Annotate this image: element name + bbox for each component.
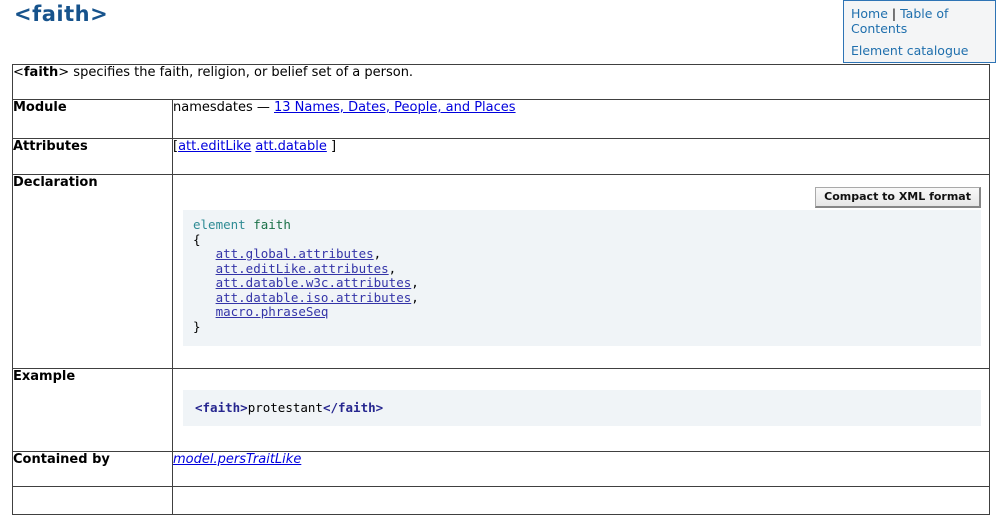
comma: , (374, 246, 382, 261)
module-label: Module (13, 100, 173, 139)
code-line: att.editLike.attributes, (193, 262, 971, 277)
indent (193, 290, 216, 305)
att-datable-w3c-attributes-link[interactable]: att.datable.w3c.attributes (216, 275, 412, 290)
table-row-cutoff (13, 487, 990, 515)
declaration-toolbar: Compact to XML format (173, 187, 981, 208)
declaration-code-block: element faith{ att.global.attributes, at… (183, 210, 981, 346)
code-line: } (193, 320, 971, 335)
table-row-attributes: Attributes [att.editLike att.datable ] (13, 139, 990, 175)
rnc-element-name: faith (253, 217, 291, 232)
indent (193, 304, 216, 319)
att-datable-iso-attributes-link[interactable]: att.datable.iso.attributes (216, 290, 412, 305)
code-line: att.datable.iso.attributes, (193, 291, 971, 306)
attributes-content: [att.editLike att.datable ] (173, 139, 990, 175)
module-content: namesdates — 13 Names, Dates, People, an… (173, 100, 990, 139)
code-line: { (193, 233, 971, 248)
nav-element-catalogue-link[interactable]: Element catalogue (851, 43, 969, 58)
code-line: macro.phraseSeq (193, 305, 971, 320)
declaration-label: Declaration (13, 175, 173, 369)
code-line: att.global.attributes, (193, 247, 971, 262)
att-datable-link[interactable]: att.datable (255, 139, 326, 154)
example-content: <faith>protestant</faith> (173, 369, 990, 452)
indent (193, 261, 216, 276)
comma: , (389, 261, 397, 276)
cutoff-label (13, 487, 173, 515)
module-name: namesdates — (173, 100, 274, 115)
rnc-keyword: element (193, 217, 246, 232)
example-code-block: <faith>protestant</faith> (183, 390, 981, 426)
indent (193, 275, 216, 290)
declaration-content: Compact to XML format element faith{ att… (173, 175, 990, 369)
page-title: <faith> (14, 2, 108, 26)
code-line: att.datable.w3c.attributes, (193, 276, 971, 291)
attributes-label: Attributes (13, 139, 173, 175)
example-label: Example (13, 369, 173, 452)
table-row-module: Module namesdates — 13 Names, Dates, Peo… (13, 100, 990, 139)
att-editlike-attributes-link[interactable]: att.editLike.attributes (216, 261, 389, 276)
nav-home-link[interactable]: Home (851, 6, 888, 21)
macro-phraseseq-link[interactable]: macro.phraseSeq (216, 304, 329, 319)
element-spec-table: <faith> specifies the faith, religion, o… (12, 64, 990, 515)
contained-by-content: model.persTraitLike (173, 452, 990, 487)
nav-separator: | (888, 6, 900, 21)
cutoff-content (173, 487, 990, 515)
contained-by-label: Contained by (13, 452, 173, 487)
angle-bracket-close: > (58, 65, 69, 80)
att-global-attributes-link[interactable]: att.global.attributes (216, 246, 374, 261)
nav-line-home-toc: Home | Table of Contents (851, 6, 988, 36)
comma: , (411, 275, 419, 290)
comma: , (411, 290, 419, 305)
table-row-description: <faith> specifies the faith, religion, o… (13, 65, 990, 100)
nav-box: Home | Table of Contents Element catalog… (843, 0, 996, 63)
code-line: element faith (193, 218, 971, 233)
module-chapter-link[interactable]: 13 Names, Dates, People, and Places (274, 100, 516, 115)
description-text: specifies the faith, religion, or belief… (69, 65, 413, 80)
table-row-declaration: Declaration Compact to XML format elemen… (13, 175, 990, 369)
description-cell: <faith> specifies the faith, religion, o… (13, 65, 990, 100)
example-content: protestant (248, 400, 323, 415)
table-row-contained-by: Contained by model.persTraitLike (13, 452, 990, 487)
brace-close: } (193, 319, 201, 334)
angle-bracket-open: < (13, 65, 24, 80)
att-editlike-link[interactable]: att.editLike (178, 139, 251, 154)
compact-to-xml-button[interactable]: Compact to XML format (815, 187, 981, 208)
brace-open: { (193, 232, 201, 247)
bracket-close: ] (327, 139, 336, 154)
model-perstraitlike-link[interactable]: model.persTraitLike (173, 452, 301, 467)
example-open-tag: <faith> (195, 400, 248, 415)
table-row-example: Example <faith>protestant</faith> (13, 369, 990, 452)
example-close-tag: </faith> (323, 400, 383, 415)
element-name: faith (24, 65, 58, 80)
nav-line-element-catalogue: Element catalogue (851, 43, 988, 58)
indent (193, 246, 216, 261)
